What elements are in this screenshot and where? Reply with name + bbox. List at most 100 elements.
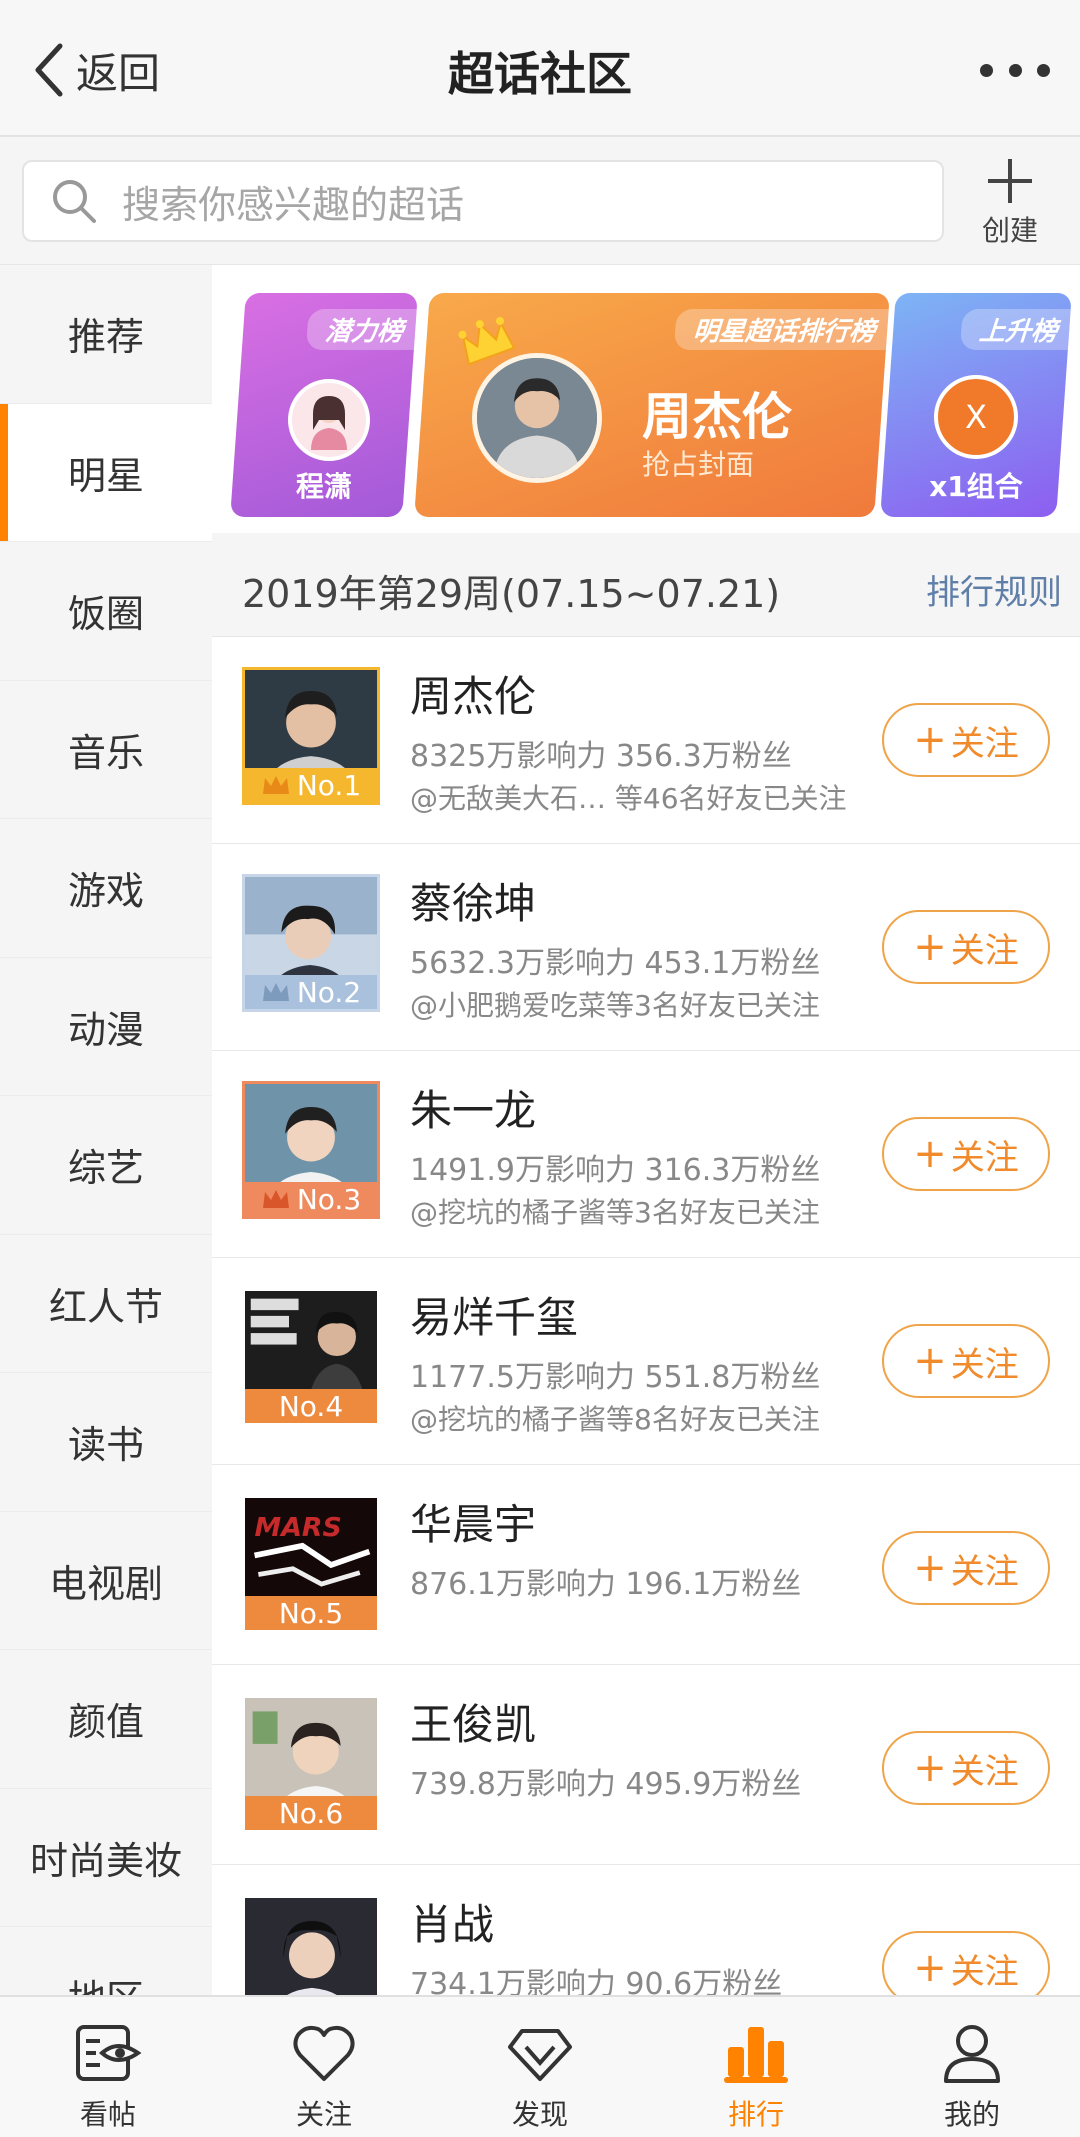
sidebar-item-music[interactable]: 音乐 (0, 681, 212, 819)
sidebar-item-variety[interactable]: 综艺 (0, 1096, 212, 1235)
star-stats: 734.1万影响力 90.6万粉丝 (410, 1967, 783, 1995)
sidebar-item-looks[interactable]: 颜值 (0, 1650, 212, 1789)
sidebar-item-tv-series[interactable]: 电视剧 (0, 1512, 212, 1650)
page-title: 超话社区 (448, 47, 632, 101)
follow-button[interactable]: + 关注 (882, 1117, 1050, 1191)
table-row[interactable]: No.3 朱一龙 1491.9万影响力 316.3万粉丝 @挖坑的橘子酱等3名好… (212, 1051, 1080, 1258)
rank-label: No.6 (278, 1796, 344, 1830)
star-photo: No.6 (242, 1695, 380, 1833)
rank-label: No.3 (296, 1182, 362, 1216)
create-button[interactable]: 创建 (970, 155, 1050, 255)
tab-posts[interactable]: 看帖 (0, 1997, 216, 2137)
bottom-tab-bar: 看帖 关注 发现 排行 我的 (0, 1995, 1080, 2137)
sidebar-item-anime[interactable]: 动漫 (0, 958, 212, 1096)
ranking-rules-link[interactable]: 排行规则 (926, 565, 1062, 614)
star-stats: 1177.5万影响力 551.8万粉丝 (410, 1360, 821, 1395)
tab-label: 排行 (727, 2098, 784, 2131)
star-photo: No.2 (242, 874, 380, 1012)
card-subtitle: 抢占封面 (642, 448, 755, 481)
star-stats: 1491.9万影响力 316.3万粉丝 (410, 1153, 821, 1188)
follow-button[interactable]: + 关注 (882, 910, 1050, 984)
star-name: 肖战 (410, 1900, 495, 1949)
tab-ranking[interactable]: 排行 (648, 1997, 864, 2137)
rising-list-card[interactable]: 上升榜 X x1组合 (880, 293, 1072, 517)
tab-discover[interactable]: 发现 (432, 1997, 648, 2137)
week-label: 2019年第29周(07.15~07.21) (242, 572, 781, 616)
star-photo: No.4 (242, 1288, 380, 1426)
sidebar-item-games[interactable]: 游戏 (0, 819, 212, 958)
table-row[interactable]: No.2 蔡徐坤 5632.3万影响力 453.1万粉丝 @小肥鹅爱吃菜等3名好… (212, 844, 1080, 1051)
star-photo: MARS No.5 (242, 1495, 380, 1633)
create-label: 创建 (981, 214, 1038, 247)
rank-badge: No.4 (245, 1389, 377, 1423)
tab-profile[interactable]: 我的 (864, 1997, 1080, 2137)
rank-label: No.4 (278, 1389, 344, 1423)
star-name: 易烊千玺 (410, 1293, 579, 1342)
sidebar-item-reading[interactable]: 读书 (0, 1373, 212, 1512)
star-stats: 8325万影响力 356.3万粉丝 (410, 739, 792, 774)
card-name: 程潇 (295, 470, 352, 503)
friends-followed: @无敌美大石… 等46名好友已关注 (410, 782, 847, 815)
nav-bar: 返回 超话社区 (0, 0, 1080, 137)
star-name: 华晨宇 (410, 1500, 537, 1549)
table-row[interactable]: No.1 周杰伦 8325万影响力 356.3万粉丝 @无敌美大石… 等46名好… (212, 637, 1080, 844)
main-content: 潜力榜 程潇 明星超话排行榜 周杰伦 抢占封面 上升榜 X x1组合 2019年… (212, 265, 1080, 1995)
card-name: 周杰伦 (642, 388, 792, 446)
crown-icon (262, 983, 289, 1001)
table-row[interactable]: No.6 王俊凯 739.8万影响力 495.9万粉丝 + 关注 (212, 1665, 1080, 1865)
star-name: 朱一龙 (410, 1086, 537, 1135)
rank-badge: No.1 (245, 768, 377, 802)
more-options-icon[interactable] (980, 55, 1050, 85)
card-name: x1组合 (929, 470, 1023, 503)
rank-label: No.5 (278, 1596, 344, 1630)
friends-followed: @挖坑的橘子酱等3名好友已关注 (410, 1196, 820, 1229)
star-photo: No.1 (242, 667, 380, 805)
star-name: 王俊凯 (410, 1700, 537, 1749)
rank-badge: No.5 (245, 1596, 377, 1630)
star-stats: 739.8万影响力 495.9万粉丝 (410, 1767, 802, 1802)
tab-label: 看帖 (79, 2098, 136, 2131)
rank-badge: No.3 (245, 1182, 377, 1216)
potential-list-card[interactable]: 潜力榜 程潇 (230, 293, 418, 517)
sidebar-item-region[interactable]: 地区 (0, 1927, 212, 1995)
follow-button[interactable]: + 关注 (882, 703, 1050, 777)
avatar (288, 379, 370, 461)
sidebar-item-fashion-beauty[interactable]: 时尚美妆 (0, 1789, 212, 1927)
follow-button[interactable]: + 关注 (882, 1931, 1050, 1995)
rank-badge: No.6 (245, 1796, 377, 1830)
avatar: X (934, 375, 1018, 459)
follow-button[interactable]: + 关注 (882, 1531, 1050, 1605)
heart-icon (293, 2025, 355, 2081)
bar-chart-icon (724, 2027, 788, 2083)
follow-button[interactable]: + 关注 (882, 1324, 1050, 1398)
star-photo: No.3 (242, 1081, 380, 1219)
search-bar: 搜索你感兴趣的超话 创建 (0, 137, 1080, 265)
sidebar-item-stars[interactable]: 明星 (0, 403, 212, 542)
sidebar-item-fandom[interactable]: 饭圈 (0, 542, 212, 681)
star-stats: 876.1万影响力 196.1万粉丝 (410, 1567, 802, 1602)
category-sidebar: 推荐 明星 饭圈 音乐 游戏 动漫 综艺 红人节 读书 电视剧 颜值 时尚美妆 … (0, 265, 212, 1995)
star-name: 蔡徐坤 (410, 879, 537, 928)
week-header: 2019年第29周(07.15~07.21) 排行规则 (212, 533, 1080, 637)
crown-icon (262, 1190, 289, 1208)
table-row[interactable]: No.4 易烊千玺 1177.5万影响力 551.8万粉丝 @挖坑的橘子酱等8名… (212, 1258, 1080, 1465)
follow-button[interactable]: + 关注 (882, 1731, 1050, 1805)
star-ranking-card[interactable]: 明星超话排行榜 周杰伦 抢占封面 (414, 293, 890, 517)
tab-following[interactable]: 关注 (216, 1997, 432, 2137)
tab-label: 关注 (295, 2098, 352, 2131)
table-row[interactable]: 肖战 734.1万影响力 90.6万粉丝 + 关注 (212, 1865, 1080, 1995)
rank-label: No.2 (296, 975, 362, 1009)
star-name: 周杰伦 (410, 672, 537, 721)
sidebar-item-influencer-festival[interactable]: 红人节 (0, 1235, 212, 1373)
star-stats: 5632.3万影响力 453.1万粉丝 (410, 946, 821, 981)
table-row[interactable]: MARS No.5 华晨宇 876.1万影响力 196.1万粉丝 + 关注 (212, 1465, 1080, 1665)
sidebar-item-recommend[interactable]: 推荐 (0, 265, 212, 404)
search-input[interactable]: 搜索你感兴趣的超话 (22, 160, 944, 242)
search-placeholder: 搜索你感兴趣的超话 (122, 182, 465, 227)
svg-text:MARS: MARS (255, 1512, 342, 1543)
tab-label: 我的 (943, 2098, 1000, 2131)
avatar (472, 353, 602, 483)
rank-label: No.1 (296, 768, 362, 802)
ranking-list: No.1 周杰伦 8325万影响力 356.3万粉丝 @无敌美大石… 等46名好… (212, 637, 1080, 1995)
diamond-icon (508, 2029, 572, 2081)
